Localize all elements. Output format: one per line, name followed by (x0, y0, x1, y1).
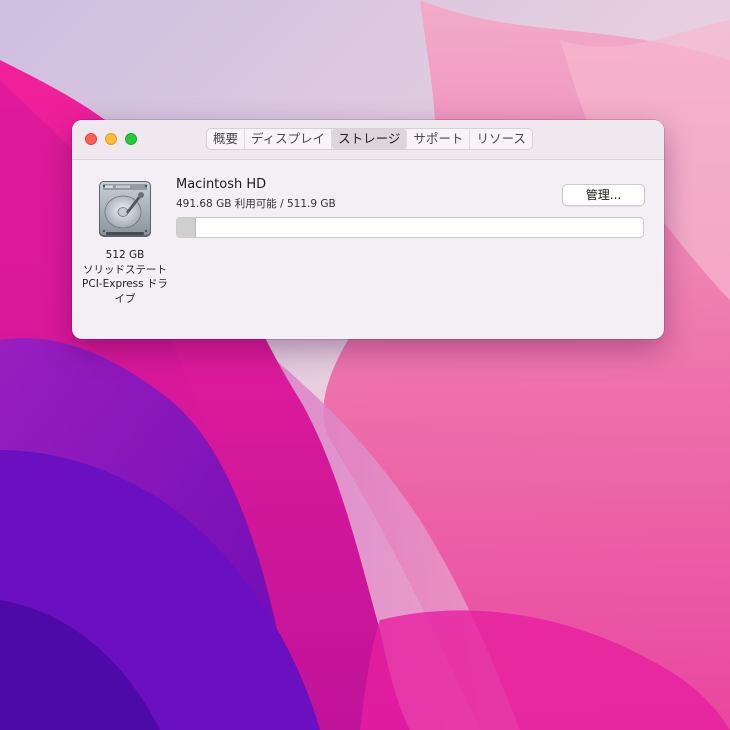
hard-drive-icon (99, 181, 151, 237)
drive-capacity: 512 GB (105, 249, 145, 261)
drive-type-line2: PCI-Express ドラ (82, 278, 168, 290)
manage-button[interactable]: 管理... (562, 184, 645, 206)
volume-availability: 491.68 GB 利用可能 / 511.9 GB (176, 198, 336, 210)
tab-bar: 概要 ディスプレイ ストレージ サポート リソース (206, 128, 533, 150)
storage-usage-fill (177, 218, 196, 237)
drive-type-line3: イブ (114, 292, 136, 305)
volume-name: Macintosh HD (176, 177, 267, 192)
window-titlebar[interactable]: 概要 ディスプレイ ストレージ サポート リソース (72, 120, 664, 160)
zoom-window-button[interactable] (125, 133, 137, 145)
tab-displays[interactable]: ディスプレイ (245, 129, 333, 149)
minimize-window-button[interactable] (105, 133, 117, 145)
desktop: 概要 ディスプレイ ストレージ サポート リソース 512 GB ソリッドステー… (0, 0, 730, 730)
tab-overview[interactable]: 概要 (207, 129, 246, 149)
drive-type-line1: ソリッドステート (83, 263, 167, 276)
tab-support[interactable]: サポート (407, 129, 471, 149)
about-this-mac-window: 概要 ディスプレイ ストレージ サポート リソース 512 GB ソリッドステー… (72, 120, 664, 339)
close-window-button[interactable] (85, 133, 97, 145)
tab-resources[interactable]: リソース (470, 129, 531, 149)
tab-storage[interactable]: ストレージ (332, 129, 408, 149)
storage-usage-bar (176, 217, 644, 238)
drive-caption: 512 GB ソリッドステート PCI-Express ドラ イブ (76, 248, 174, 306)
desktop-wallpaper (0, 0, 730, 730)
